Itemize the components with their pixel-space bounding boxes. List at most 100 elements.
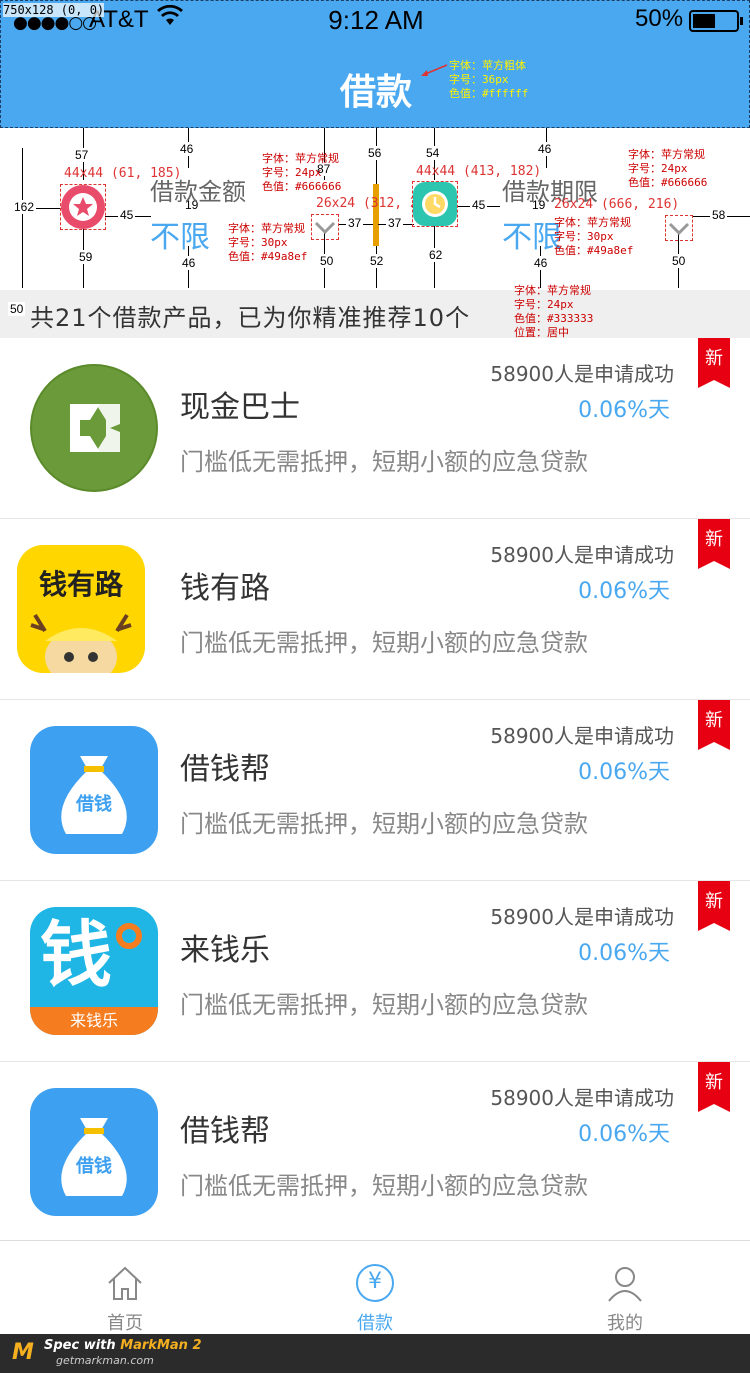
measure-value: 59 <box>77 250 95 264</box>
measure-value: 46 <box>180 256 198 270</box>
jieqianbang-logo: 借钱 <box>30 726 158 854</box>
xianjinbashi-logo <box>30 364 158 492</box>
list-item[interactable]: 借钱 借钱帮 58900人是申请成功 0.06%天 门槛低无需抵押，短期小额的应… <box>0 1062 750 1243</box>
list-item[interactable]: 现金巴士 58900人是申请成功 0.06%天 门槛低无需抵押，短期小额的应急贷… <box>0 338 750 519</box>
markman-logo: M <box>12 1340 34 1365</box>
product-description: 门槛低无需抵押，短期小额的应急贷款 <box>180 1172 588 1200</box>
product-description: 门槛低无需抵押，短期小额的应急贷款 <box>180 991 588 1019</box>
tab-label: 我的 <box>607 1313 643 1334</box>
product-name: 现金巴士 <box>180 390 300 425</box>
new-badge: 新 <box>698 1062 730 1112</box>
amount-filter-value[interactable]: 不限 <box>150 212 210 256</box>
chevron-down-icon[interactable] <box>312 215 338 239</box>
measure-value: 50 <box>8 302 26 316</box>
annotation-arrow-icon <box>421 64 448 76</box>
title-font-annotation: 字体：苹方粗体 字号：36px 色值：#ffffff <box>449 59 529 100</box>
measure-value: 162 <box>12 200 37 214</box>
new-badge: 新 <box>698 700 730 750</box>
product-description: 门槛低无需抵押，短期小额的应急贷款 <box>180 448 588 476</box>
measure-value: 50 <box>670 254 688 268</box>
product-list: 现金巴士 58900人是申请成功 0.06%天 门槛低无需抵押，短期小额的应急贷… <box>0 338 750 1243</box>
measure-value: 52 <box>368 254 386 268</box>
interest-rate: 0.06%天 <box>578 941 670 966</box>
recommend-banner: 共21个借款产品，已为你精准推荐10个 50 <box>0 290 750 338</box>
applicant-count: 58900人是申请成功 <box>490 362 674 386</box>
list-item[interactable]: 借钱 借钱帮 58900人是申请成功 0.06%天 门槛低无需抵押，短期小额的应… <box>0 700 750 881</box>
battery-percent: 50% <box>635 5 684 32</box>
tab-bar: 首页 ¥ 借款 我的 <box>0 1240 750 1334</box>
product-name: 来钱乐 <box>180 933 270 968</box>
measure-value: 37 <box>386 216 404 230</box>
amount-filter-icon[interactable] <box>61 185 105 229</box>
jieqian-logo-text: 借钱 <box>76 1156 112 1177</box>
applicant-count: 58900人是申请成功 <box>490 543 674 567</box>
list-item[interactable]: 钱有路 钱有路 58900人是申请成功 0.06%天 门槛低无需抵押，短期小额的… <box>0 519 750 700</box>
measure-value: 46 <box>536 142 554 156</box>
value-font-annotation: 字体：苹方常规 字号：30px 色值：#49a8ef <box>554 216 634 257</box>
new-badge: 新 <box>698 519 730 569</box>
recommend-text: 共21个借款产品，已为你精准推荐10个 <box>30 304 471 332</box>
markman-spec-text: Spec with MarkMan 2 <box>44 1338 202 1353</box>
yuan-glyph: ¥ <box>368 1269 382 1294</box>
measure-value: 58 <box>710 208 728 222</box>
measure-value: 46 <box>178 142 196 156</box>
tab-mine[interactable]: 我的 <box>500 1241 750 1335</box>
banner-font-annotation: 字体：苹方常规 字号：24px 色值：#333333 位置：居中 <box>514 284 594 339</box>
nav-header: ●●●●○○ AT&T 9:12 AM 50% 750x128 (0, 0) 借… <box>0 0 750 128</box>
laiqian-logo-text: 来钱乐 <box>30 1007 158 1035</box>
measure-value: 46 <box>532 256 550 270</box>
jieqian-logo-text: 借钱 <box>76 794 112 815</box>
measure-value: 62 <box>427 248 445 262</box>
icon-size-label: 26x24 (666, 216) <box>554 197 680 212</box>
applicant-count: 58900人是申请成功 <box>490 1086 674 1110</box>
list-item[interactable]: 钱 来钱乐 来钱乐 58900人是申请成功 0.06%天 门槛低无需抵押，短期小… <box>0 881 750 1062</box>
measure-value: 57 <box>73 148 91 162</box>
measure-value: 37 <box>346 216 364 230</box>
term-filter-icon[interactable] <box>413 182 457 226</box>
value-font-annotation: 字体：苹方常规 字号：30px 色值：#49a8ef <box>228 222 308 263</box>
label-font-annotation: 字体：苹方常规 字号：24px 色值：#666666 <box>262 152 342 193</box>
filter-bar: 162 57 45 59 46 19 46 87 37 56 37 52 54 … <box>0 128 750 288</box>
tab-loan[interactable]: ¥ 借款 <box>250 1241 500 1335</box>
product-description: 门槛低无需抵押，短期小额的应急贷款 <box>180 810 588 838</box>
amount-filter-label[interactable]: 借款金额 <box>150 172 246 207</box>
measure-value: 54 <box>424 146 442 160</box>
applicant-count: 58900人是申请成功 <box>490 905 674 929</box>
markman-footer: M Spec with MarkMan 2 getmarkman.com <box>0 1334 750 1373</box>
battery-icon <box>689 10 743 32</box>
user-icon <box>608 1267 642 1302</box>
spec-dimension-tag: 750x128 (0, 0) <box>3 3 105 17</box>
interest-rate: 0.06%天 <box>578 579 670 604</box>
laiqian-logo-glyph: 钱 <box>40 913 113 997</box>
measure-value: 45 <box>118 208 136 222</box>
applicant-count: 58900人是申请成功 <box>490 724 674 748</box>
interest-rate: 0.06%天 <box>578 760 670 785</box>
product-name: 借钱帮 <box>180 752 270 787</box>
tab-home[interactable]: 首页 <box>0 1241 250 1335</box>
measure-value: 45 <box>470 198 488 212</box>
measure-value: 50 <box>318 254 336 268</box>
product-name: 借钱帮 <box>180 1114 270 1149</box>
page-title: 借款 <box>339 72 412 113</box>
qianyoulu-logo: 钱有路 <box>17 545 145 673</box>
label-font-annotation: 字体：苹方常规 字号：24px 色值：#666666 <box>628 148 708 189</box>
interest-rate: 0.06%天 <box>578 398 670 423</box>
home-icon <box>108 1266 142 1300</box>
status-bar: ●●●●○○ AT&T 9:12 AM 50% <box>1 1 750 41</box>
jieqianbang-logo: 借钱 <box>30 1088 158 1216</box>
product-description: 门槛低无需抵押，短期小额的应急贷款 <box>180 629 588 657</box>
tab-label: 首页 <box>107 1313 143 1334</box>
markman-prefix: Spec with <box>44 1338 121 1353</box>
tab-label: 借款 <box>357 1313 393 1334</box>
divider <box>373 184 379 246</box>
new-badge: 新 <box>698 338 730 388</box>
term-filter-value[interactable]: 不限 <box>502 212 562 256</box>
measure-line <box>22 148 23 288</box>
interest-rate: 0.06%天 <box>578 1122 670 1147</box>
markman-brand: MarkMan 2 <box>120 1338 202 1353</box>
product-name: 钱有路 <box>180 571 270 606</box>
page: ●●●●○○ AT&T 9:12 AM 50% 750x128 (0, 0) 借… <box>0 0 750 1373</box>
laiqianle-logo: 钱 来钱乐 <box>30 907 158 1035</box>
chevron-down-icon[interactable] <box>666 216 692 240</box>
new-badge: 新 <box>698 881 730 931</box>
